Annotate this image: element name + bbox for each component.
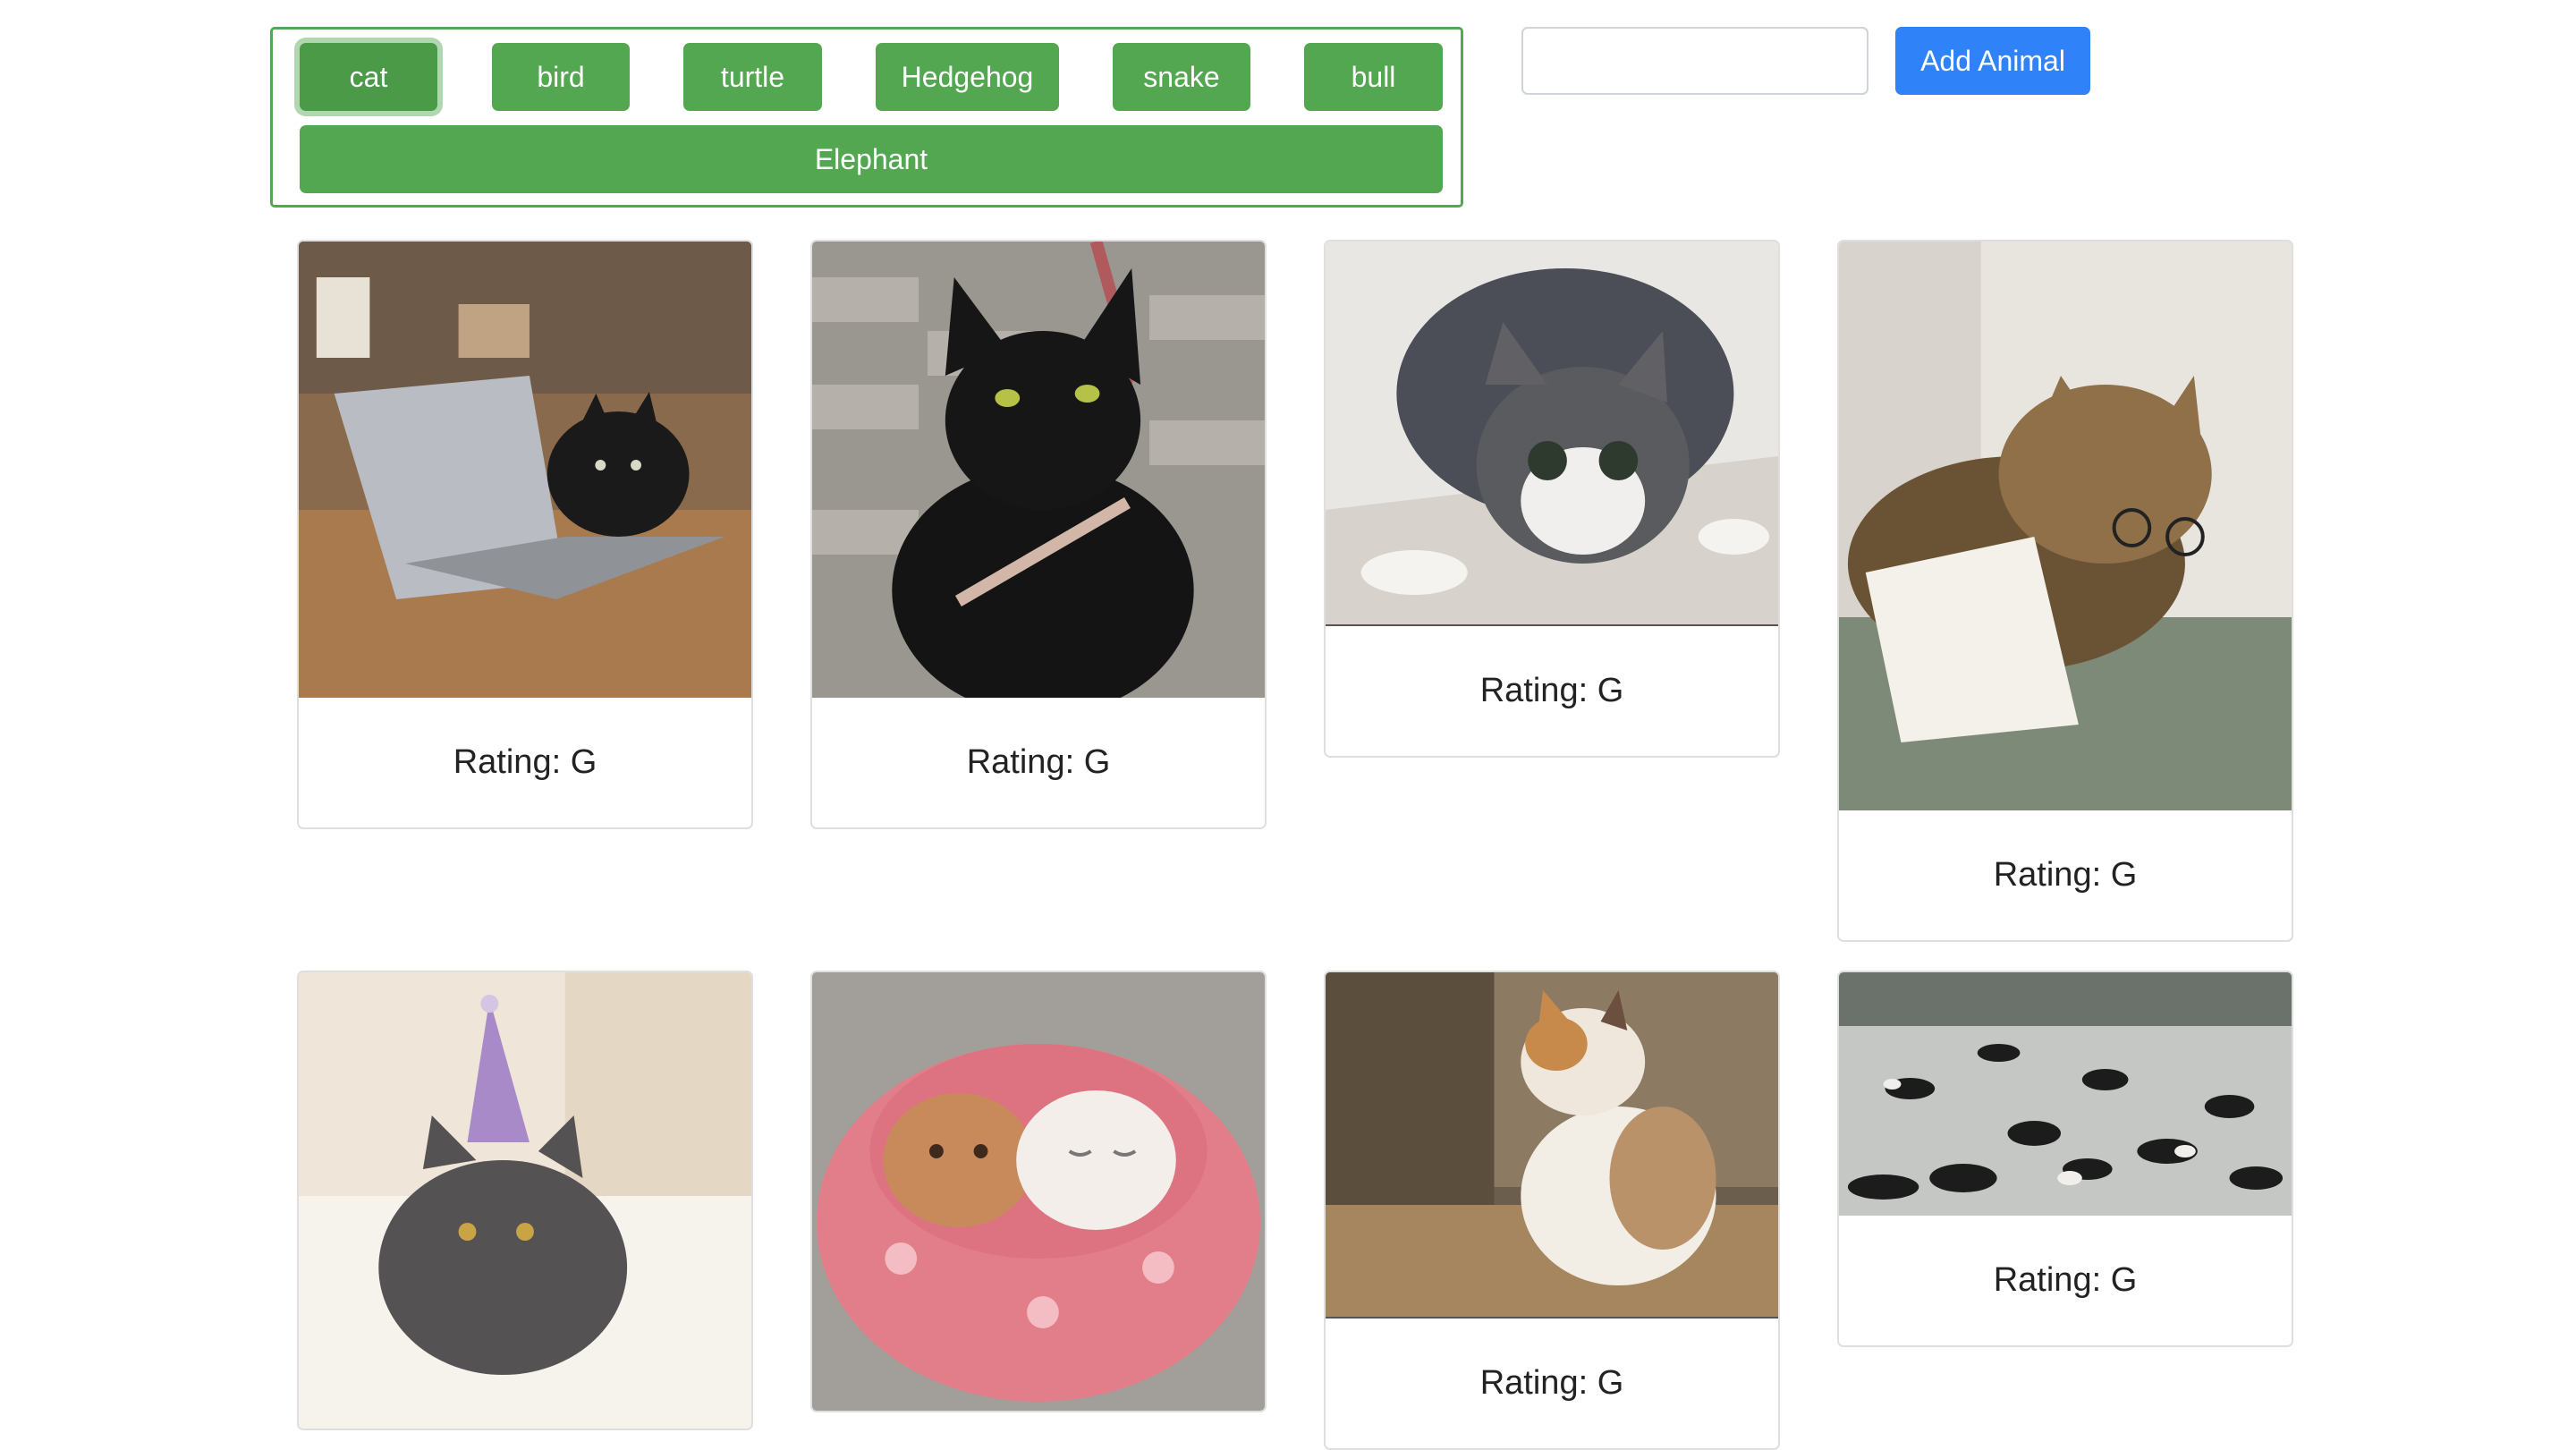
cat-gif-image[interactable] xyxy=(1326,242,1778,626)
animal-button-turtle[interactable]: turtle xyxy=(683,43,822,111)
rating-label: Rating: G xyxy=(1479,672,1624,709)
animal-input[interactable] xyxy=(1521,27,1868,95)
animal-button-bull[interactable]: bull xyxy=(1304,43,1443,111)
gif-card: Rating: G xyxy=(1324,240,1780,758)
rating-label: Rating: G xyxy=(966,743,1111,781)
cat-gif-image[interactable] xyxy=(299,972,751,1429)
rating-label: Rating: G xyxy=(453,743,597,781)
gif-card xyxy=(297,971,753,1430)
cat-gif-image[interactable] xyxy=(299,242,751,698)
cat-gif-image[interactable] xyxy=(1839,242,2292,810)
rating-label: Rating: G xyxy=(1479,1364,1624,1402)
rating-label: Rating: G xyxy=(1993,856,2138,894)
animal-button-hedgehog[interactable]: Hedgehog xyxy=(876,43,1059,111)
cat-gif-image[interactable] xyxy=(812,242,1265,698)
animal-button-elephant[interactable]: Elephant xyxy=(300,125,1443,193)
cat-gif-image[interactable] xyxy=(1326,972,1778,1319)
gif-card: Rating: G xyxy=(1837,240,2293,942)
animal-button-snake[interactable]: snake xyxy=(1113,43,1250,111)
gif-card: Rating: G xyxy=(810,240,1267,829)
animal-buttons-panel: cat bird turtle Hedgehog snake bull Elep… xyxy=(270,27,1463,208)
gif-card: Rating: G xyxy=(297,240,753,829)
gif-card: Rating: G xyxy=(1837,971,2293,1347)
add-animal-button[interactable]: Add Animal xyxy=(1895,27,2090,95)
animal-button-cat[interactable]: cat xyxy=(300,43,437,111)
cat-gif-image[interactable] xyxy=(812,972,1265,1411)
gif-card xyxy=(810,971,1267,1412)
animal-button-bird[interactable]: bird xyxy=(492,43,630,111)
rating-label: Rating: G xyxy=(1993,1261,2138,1299)
cat-gif-image[interactable] xyxy=(1839,972,2292,1216)
gif-card: Rating: G xyxy=(1324,971,1780,1450)
